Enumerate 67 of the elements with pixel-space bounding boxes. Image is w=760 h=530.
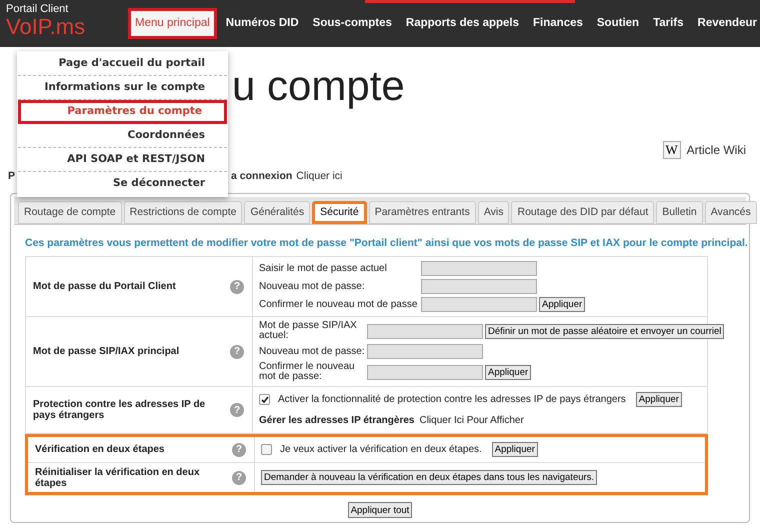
tab[interactable]: Bulletin: [656, 201, 703, 224]
tab[interactable]: Routage de compte: [18, 201, 122, 224]
notice-link[interactable]: Cliquer ici: [296, 169, 342, 185]
help-icon: ?: [230, 344, 244, 358]
checkbox-label: Je veux activer la vérification en deux étapes.: [280, 443, 482, 457]
field-label: Saisir le mot de passe actuel: [259, 264, 388, 274]
checkbox-label: Activer la fonctionnalité de protection contre les adresses IP de pays étrangers: [278, 393, 626, 407]
tab[interactable]: Généralités: [244, 201, 310, 224]
field-label: Nouveau mot de passe:: [259, 282, 366, 292]
logo: VoIP.ms: [6, 15, 86, 39]
password-field[interactable]: [367, 364, 483, 380]
help-icon: ?: [230, 280, 244, 294]
help-icon: ?: [230, 403, 244, 417]
tab[interactable]: Avancés: [704, 201, 757, 224]
nav-item[interactable]: Finances: [526, 8, 590, 39]
password-field[interactable]: [421, 279, 537, 294]
checkbox[interactable]: [261, 444, 272, 455]
menu-item[interactable]: Informations sur le compte: [18, 76, 227, 100]
nav-item[interactable]: Soutien: [590, 8, 646, 39]
portal-label: Portail Client: [6, 3, 68, 15]
field-label: Nouveau mot de passe:: [259, 346, 365, 356]
row-label: Protection contre les adresses IP de pays étrangers: [33, 399, 206, 421]
password-field[interactable]: [421, 261, 537, 276]
nav-item[interactable]: Sous-comptes: [306, 8, 399, 39]
row-label: Mot de passe du Portail Client: [33, 281, 177, 292]
apply-button[interactable]: Appliquer tout: [348, 502, 412, 518]
notice-text: P: [8, 169, 16, 184]
apply-button[interactable]: Appliquer: [492, 442, 538, 457]
row-label: Réinitialiser la vérification en deux étapes: [35, 466, 201, 488]
menu-item[interactable]: Coordonnées: [18, 124, 227, 148]
menu-item[interactable]: Page d'accueil du portail: [18, 52, 227, 76]
nav-item[interactable]: Tarifs: [646, 8, 691, 39]
checkbox[interactable]: [259, 394, 270, 405]
apply-button[interactable]: Appliquer: [636, 392, 682, 407]
nav-item[interactable]: Menu principal: [128, 8, 217, 39]
help-icon: ?: [232, 470, 246, 484]
apply-button[interactable]: Appliquer: [539, 297, 586, 312]
menu-item[interactable]: Se déconnecter: [18, 172, 227, 196]
setting-label: Gérer les adresses IP étrangères: [259, 414, 414, 428]
tab[interactable]: Restrictions de compte: [124, 201, 242, 224]
nav-item[interactable]: Rapports des appels: [398, 8, 526, 39]
notice-text: a connexion: [231, 169, 292, 184]
wiki-logo-icon: W: [662, 141, 681, 159]
menu-item[interactable]: Paramètres du compte: [18, 100, 227, 124]
apply-button[interactable]: Demander à nouveau la vérification en deux étapes dans tous les navigateurs.: [261, 470, 598, 485]
apply-button[interactable]: Définir un mot de passe aléatoire et envoyer un courriel: [485, 324, 724, 338]
field-label: Mot de passe SIP/IAX actuel:: [259, 321, 358, 341]
wiki-link[interactable]: Article Wiki: [686, 141, 746, 159]
password-field[interactable]: [367, 344, 483, 359]
description-text: Ces paramètres vous permettent de modifier votre mot de passe "Portail client" ainsi que vos mots de passe SIP et IAX pour le compte principal.: [25, 237, 748, 250]
nav-item[interactable]: Revendeur: [690, 8, 760, 39]
tab[interactable]: Paramètres entrants: [368, 201, 476, 224]
field-label: Confirmer le nouveau mot de passe:: [259, 362, 356, 382]
password-field[interactable]: [367, 324, 483, 338]
tab[interactable]: Sécurité: [312, 201, 367, 224]
help-icon: ?: [232, 442, 246, 456]
field-label: Confirmer le nouveau mot de passe: [259, 300, 418, 310]
page-title: u compte: [232, 62, 405, 110]
tab[interactable]: Routage des DID par défaut: [511, 201, 654, 224]
show-link[interactable]: Cliquer Ici Pour Afficher: [419, 413, 524, 428]
row-label: Vérification en deux étapes: [35, 444, 166, 455]
row-label: Mot de passe SIP/IAX principal: [33, 346, 180, 357]
tab[interactable]: Avis: [478, 201, 510, 224]
nav-item[interactable]: Numéros DID: [218, 8, 306, 39]
apply-button[interactable]: Appliquer: [485, 364, 532, 380]
menu-item[interactable]: API SOAP et REST/JSON: [18, 148, 227, 172]
password-field[interactable]: [421, 297, 537, 312]
